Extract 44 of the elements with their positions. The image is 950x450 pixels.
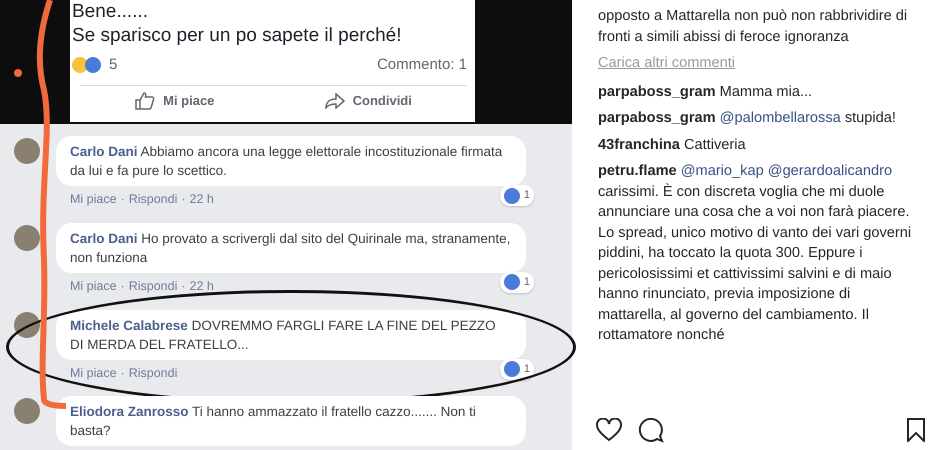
load-more-link[interactable]: Carica altri commenti xyxy=(598,53,920,74)
like-count-badge: 1 xyxy=(500,358,534,380)
comment-text: Eliodora Zanrosso Ti hanno ammazzato il fratello cazzo....... Non ti basta? xyxy=(70,403,477,440)
comment-text: Michele Calabrese DOVREMMO FARGLI FARE LA FINE DEL PEZZO DI MERDA DEL FRATELLO... xyxy=(70,316,497,354)
mention-link[interactable]: @mario_kap xyxy=(680,163,764,179)
separator-dot: · xyxy=(120,191,125,208)
like-link[interactable]: Mi piace xyxy=(70,190,117,209)
reply-link[interactable]: Rispondi xyxy=(128,190,178,209)
comment-text: Carlo Dani Ho provato a scrivergli dal sito del Quirinale ma, stranamente, non funziona xyxy=(70,230,512,267)
like-count-badge: 1 xyxy=(500,272,534,293)
separator-dot: · xyxy=(181,191,186,208)
comment-time: 22 h xyxy=(190,191,214,208)
like-button[interactable]: Mi piace xyxy=(129,90,220,112)
comment-text: petru.flame @mario_kap @gerardoalicandro carissimi. È con discreta voglia che mi duole annunciare una cosa che a voi non farà piacere. Lo spread, unico motivo di vanto dei vari governi piddini, ha toccato la quota 300. Eppure i pericolosissimi et cattivissimi salvini e di maio hanno rinunciato, previa imposizione di mattarella, al governo del cambiamento. Il rottamatore nonché xyxy=(598,162,912,345)
comment-text: opposto a Mattarella non può non rabbrividire di fronti a simili abissi di feroce ignoranza xyxy=(598,7,908,46)
separator-dot: · xyxy=(181,278,186,295)
comment-count[interactable]: Commento: 1 xyxy=(376,54,467,76)
reaction-count: 5 xyxy=(109,55,118,75)
post-text: Se sparisco per un po sapete il perché! xyxy=(72,24,403,48)
comment-icon[interactable] xyxy=(638,417,664,443)
reply-link[interactable]: Rispondi xyxy=(128,364,178,382)
heart-icon[interactable] xyxy=(596,418,622,442)
avatar xyxy=(14,138,40,164)
avatar xyxy=(14,224,40,251)
post-text: Bene...... xyxy=(72,0,150,24)
like-link[interactable]: Mi piace xyxy=(70,276,117,296)
separator-dot: · xyxy=(120,364,125,382)
bookmark-icon[interactable] xyxy=(906,418,926,442)
comment-time: 22 h xyxy=(190,278,214,295)
share-arrow-icon xyxy=(324,93,345,109)
annotation-dot xyxy=(14,69,22,77)
mention-link[interactable]: @gerardoalicandro xyxy=(768,163,892,179)
comment-text: parpaboss_gram @palombellarossa stupida! xyxy=(598,109,897,128)
comment-text: parpaboss_gram Mamma mia... xyxy=(598,82,814,102)
reply-link[interactable]: Rispondi xyxy=(128,276,178,296)
like-link[interactable]: Mi piace xyxy=(70,364,117,382)
comment-text: Carlo Dani Abbiamo ancora una legge elettorale incostituzionale firmata da lui e fa pure lo scettico. xyxy=(70,143,504,180)
like-count-badge: 1 xyxy=(500,185,534,206)
separator-dot: · xyxy=(120,278,125,295)
comment-text: 43franchina Cattiveria xyxy=(598,136,747,154)
mention-link[interactable]: @palombellarossa xyxy=(720,110,841,126)
avatar xyxy=(14,398,40,424)
avatar xyxy=(14,312,40,338)
share-button[interactable]: Condividi xyxy=(318,90,418,112)
